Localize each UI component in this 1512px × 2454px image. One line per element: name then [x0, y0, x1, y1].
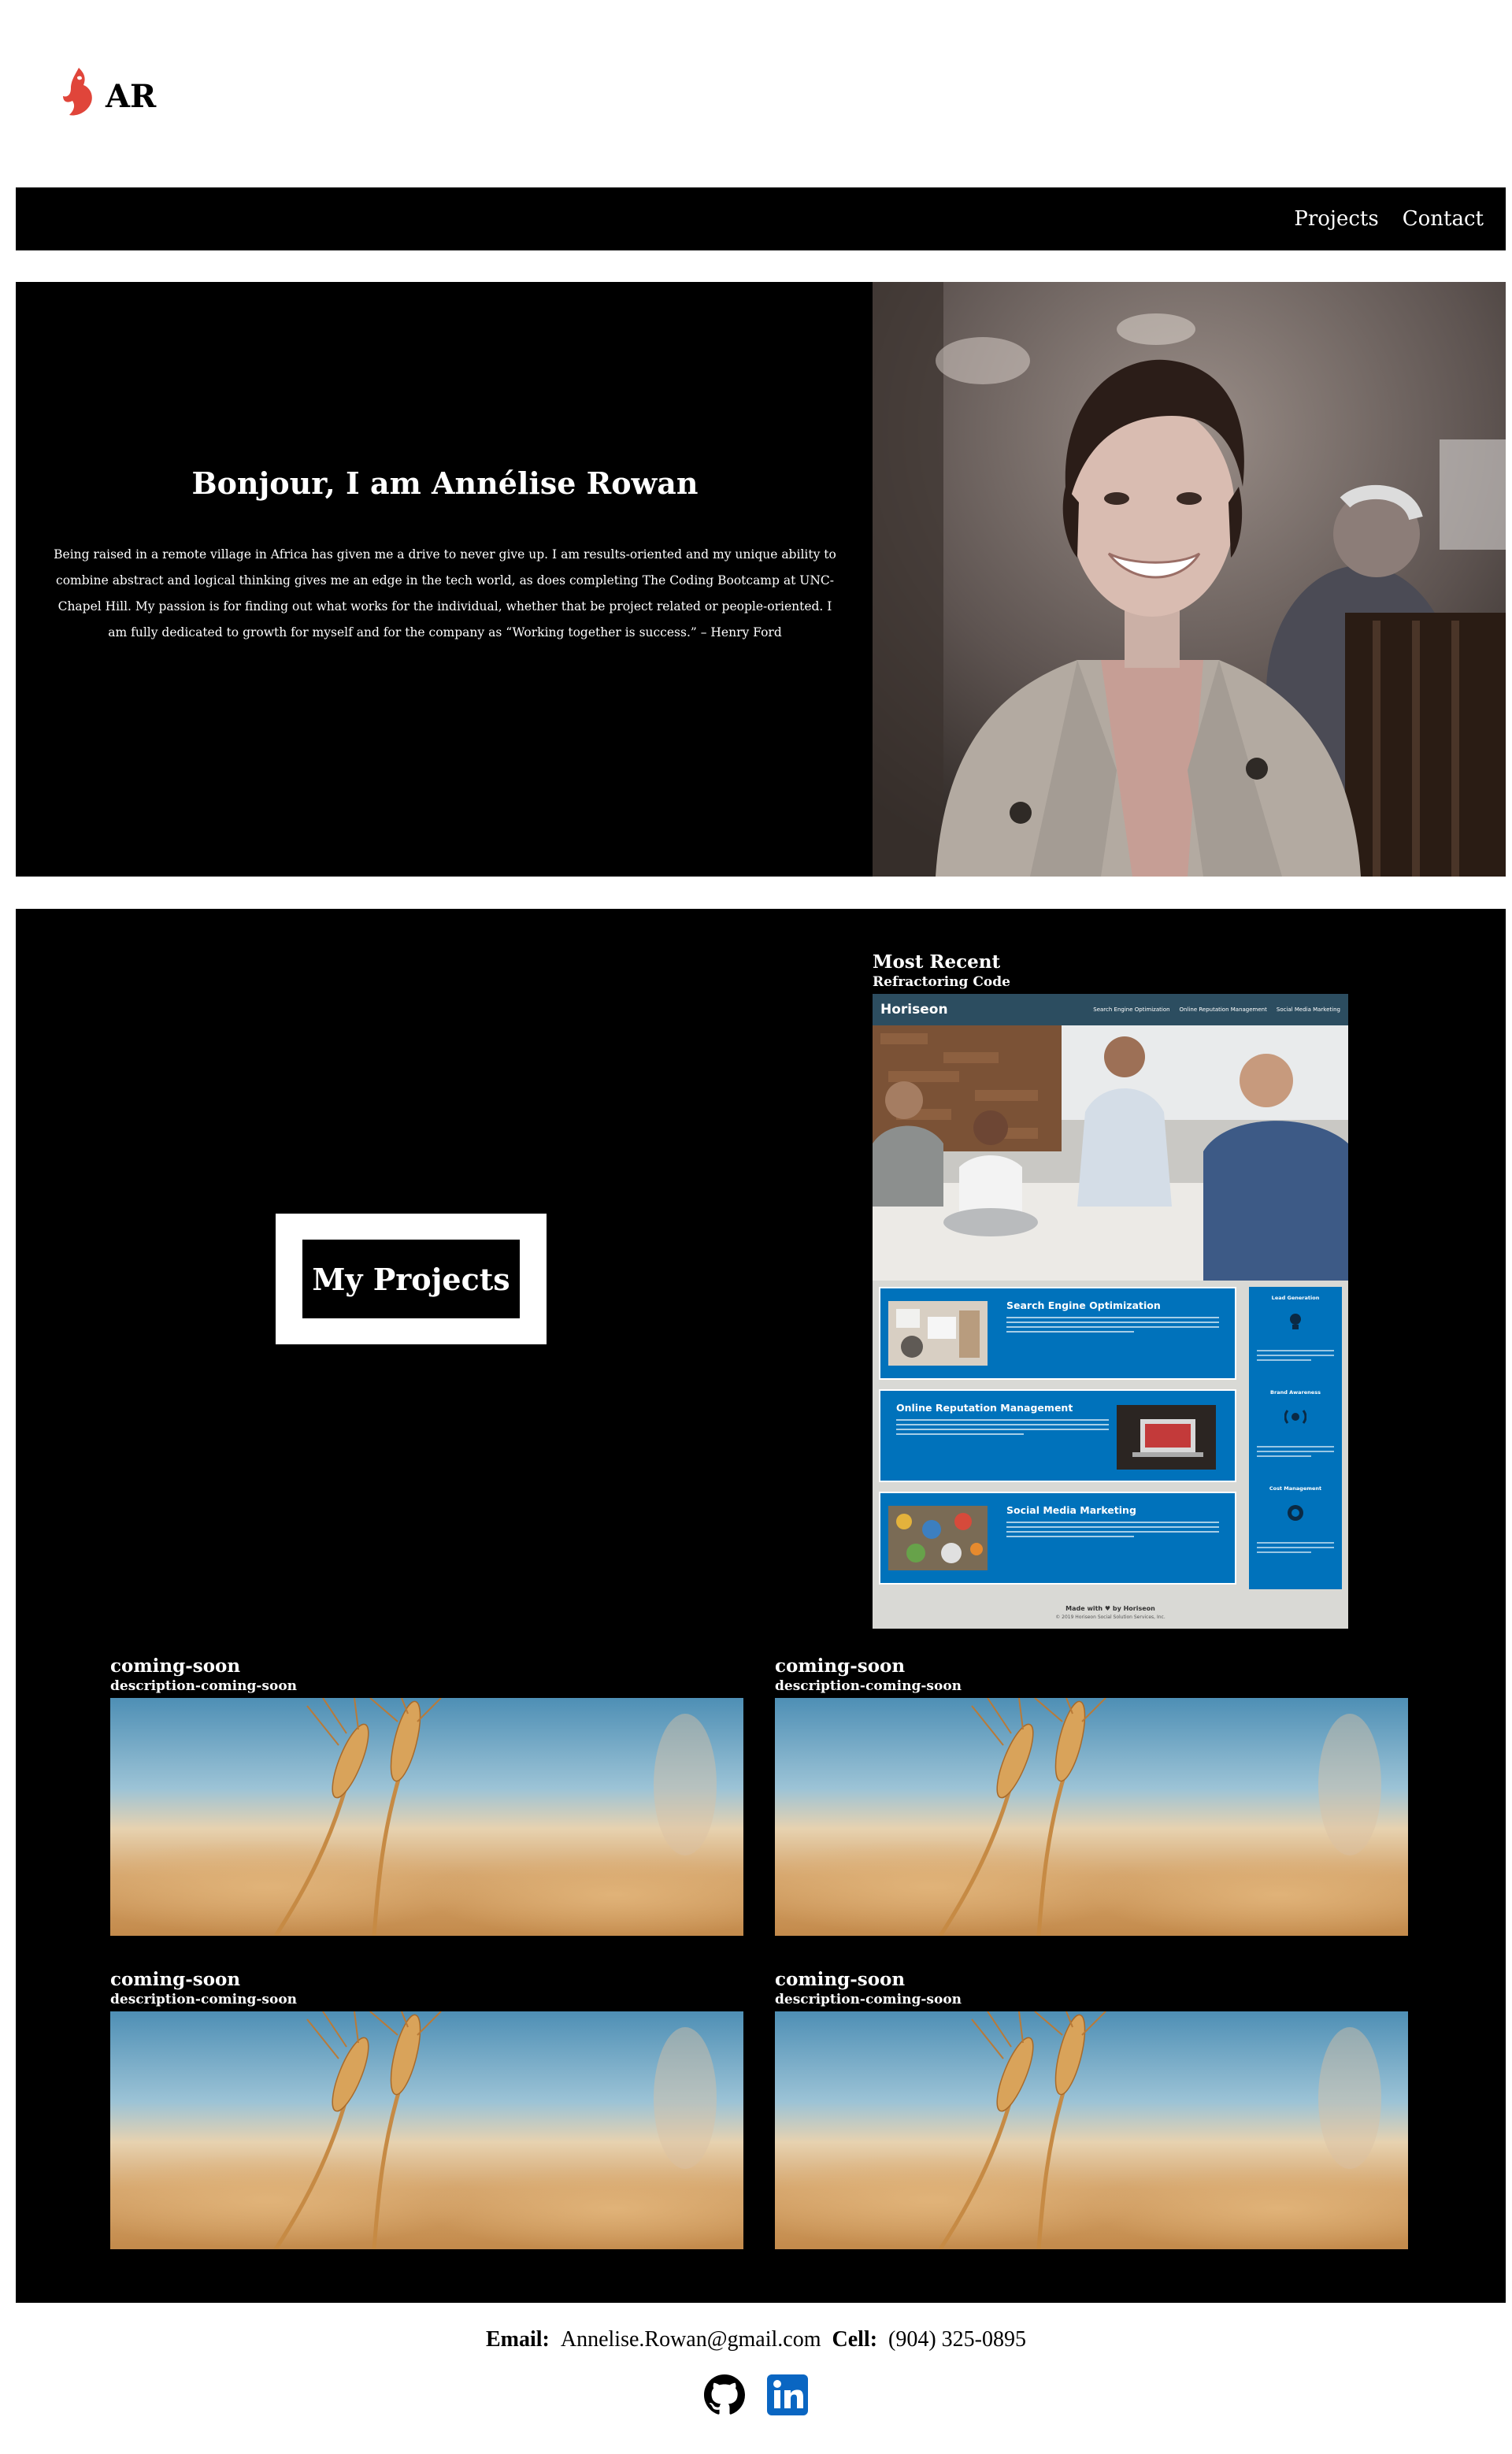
profile-photo [873, 282, 1506, 877]
projects-title-box: My Projects [276, 1214, 547, 1344]
project-description: description-coming-soon [110, 1678, 298, 1694]
horiseon-block-title: Online Reputation Management [896, 1402, 1073, 1414]
horiseon-nav: Search Engine Optimization Online Reputa… [1093, 1006, 1340, 1013]
horiseon-brand: Horiseon [880, 1002, 948, 1018]
github-icon[interactable] [704, 2374, 745, 2415]
horiseon-body: Search Engine Optimization Online Reputa… [879, 1287, 1342, 1602]
horiseon-block-seo: Search Engine Optimization [879, 1287, 1236, 1380]
nav-link-projects[interactable]: Projects [1294, 207, 1378, 231]
project-card-coming-soon[interactable]: coming-soon description-coming-soon [775, 1969, 1408, 2249]
project-card-coming-soon[interactable]: coming-soon description-coming-soon [775, 1655, 1408, 1936]
horiseon-nav-item: Online Reputation Management [1179, 1006, 1267, 1013]
project-title: coming-soon [775, 1969, 906, 1990]
sidebar-text-lines [1257, 1542, 1334, 1556]
sidebar-text-lines [1257, 1446, 1334, 1460]
broadcast-icon [1284, 1410, 1306, 1424]
project-card-coming-soon[interactable]: coming-soon description-coming-soon [110, 1655, 743, 1936]
block-text-lines [1006, 1317, 1219, 1336]
contact-info: Email: Annelise.Rowan@gmail.com Cell: (904)… [0, 2327, 1512, 2352]
horiseon-nav-item: Search Engine Optimization [1093, 1006, 1170, 1013]
email-label: Email: [485, 2327, 550, 2352]
orm-thumbnail [1117, 1405, 1216, 1470]
horiseon-block-orm: Online Reputation Management [879, 1389, 1236, 1482]
seo-thumbnail [888, 1301, 988, 1366]
sidebar-item-lead: Lead Generation [1249, 1295, 1342, 1333]
horiseon-nav-item: Social Media Marketing [1276, 1006, 1340, 1013]
email-link[interactable]: Annelise.Rowan@gmail.com [561, 2327, 821, 2352]
linkedin-icon[interactable] [767, 2374, 808, 2415]
sidebar-title: Cost Management [1269, 1485, 1322, 1492]
horiseon-block-smm: Social Media Marketing [879, 1492, 1236, 1585]
horiseon-block-title: Search Engine Optimization [1006, 1299, 1161, 1311]
wheat-image[interactable] [110, 1698, 743, 1936]
about-section: Bonjour, I am Annélise Rowan Being raise… [16, 282, 1506, 877]
wheat-image[interactable] [110, 2011, 743, 2249]
about-title: Bonjour, I am Annélise Rowan [191, 465, 699, 501]
cell-label: Cell: [832, 2327, 878, 2352]
project-title: Most Recent [873, 951, 1001, 973]
horiseon-block-title: Social Media Marketing [1006, 1504, 1136, 1516]
social-links [0, 2374, 1512, 2415]
lightbulb-icon [1290, 1314, 1301, 1329]
project-card-recent[interactable]: Most Recent Refractoring Code Horiseon S… [873, 951, 1348, 1629]
project-title: coming-soon [110, 1655, 241, 1677]
cell-number[interactable]: (904) 325-0895 [888, 2327, 1026, 2352]
horiseon-sidebar: Lead Generation Brand Awareness Cost Man… [1249, 1287, 1342, 1589]
project-title: coming-soon [775, 1655, 906, 1677]
horiseon-hero-image [873, 1025, 1348, 1281]
sidebar-title: Lead Generation [1271, 1295, 1320, 1301]
block-text-lines [896, 1419, 1109, 1438]
site-logo[interactable]: AR [60, 65, 156, 121]
navbar: Projects Contact [16, 187, 1506, 250]
project-description: Refractoring Code [873, 974, 1010, 990]
horiseon-footer-copy: © 2019 Horiseon Social Solution Services… [1055, 1614, 1166, 1620]
sidebar-item-brand: Brand Awareness [1249, 1389, 1342, 1427]
sidebar-item-cost: Cost Management [1249, 1485, 1342, 1523]
nav-link-contact[interactable]: Contact [1403, 207, 1484, 231]
horiseon-footer-made: Made with ♥ by Horiseon [1065, 1605, 1155, 1612]
logo-text: AR [106, 78, 157, 115]
project-description: description-coming-soon [775, 1678, 962, 1694]
wheat-image[interactable] [775, 2011, 1408, 2249]
sidebar-text-lines [1257, 1350, 1334, 1364]
about-text: Bonjour, I am Annélise Rowan Being raise… [32, 282, 858, 877]
smm-thumbnail [888, 1506, 988, 1570]
projects-title: My Projects [312, 1261, 510, 1297]
horiseon-main: Search Engine Optimization Online Reputa… [879, 1287, 1236, 1594]
sidebar-title: Brand Awareness [1270, 1389, 1321, 1396]
project-card-coming-soon[interactable]: coming-soon description-coming-soon [110, 1969, 743, 2249]
wheat-image[interactable] [775, 1698, 1408, 1936]
project-description: description-coming-soon [110, 1992, 298, 2007]
nav-links: Projects Contact [1294, 187, 1484, 250]
project-description: description-coming-soon [775, 1992, 962, 2007]
fox-logo-icon [63, 68, 92, 116]
about-bio: Being raised in a remote village in Afri… [54, 547, 836, 639]
projects-section: My Projects Most Recent Refractoring Cod… [16, 909, 1506, 2303]
project-screenshot[interactable]: Horiseon Search Engine Optimization Onli… [873, 994, 1348, 1629]
block-text-lines [1006, 1522, 1219, 1540]
project-title: coming-soon [110, 1969, 241, 1990]
horiseon-header: Horiseon Search Engine Optimization Onli… [873, 994, 1348, 1025]
horiseon-footer: Made with ♥ by Horiseon © 2019 Horiseon … [873, 1605, 1348, 1620]
projects-title-inner: My Projects [302, 1240, 520, 1318]
money-icon [1288, 1505, 1303, 1521]
